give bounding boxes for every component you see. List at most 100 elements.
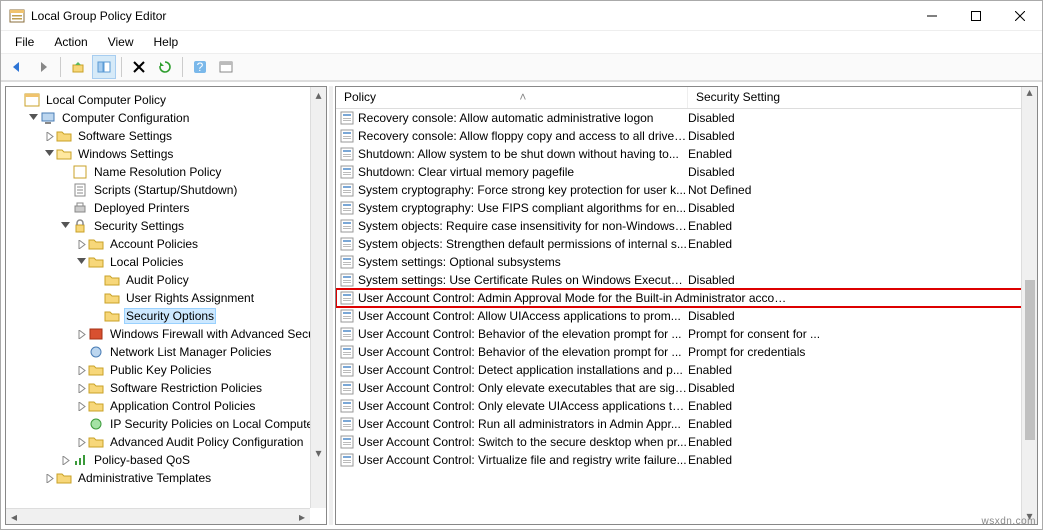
collapse-icon[interactable] xyxy=(74,255,88,269)
scroll-up-icon[interactable]: ▴ xyxy=(1022,86,1038,100)
folder-icon xyxy=(56,470,72,486)
scroll-right-icon[interactable]: ▸ xyxy=(294,509,310,524)
tree-user-rights[interactable]: User Rights Assignment xyxy=(10,289,326,307)
tree-ipsec[interactable]: IP Security Policies on Local Computer xyxy=(10,415,326,433)
expander-icon[interactable] xyxy=(10,93,24,107)
policy-name: System objects: Require case insensitivi… xyxy=(358,219,688,233)
expand-icon[interactable] xyxy=(74,327,88,341)
expand-icon[interactable] xyxy=(42,471,56,485)
policy-row[interactable]: System settings: Optional subsystems xyxy=(336,253,1037,271)
up-button[interactable] xyxy=(66,55,90,79)
policy-row[interactable]: System cryptography: Force strong key pr… xyxy=(336,181,1037,199)
policy-name: User Account Control: Switch to the secu… xyxy=(358,435,688,449)
scroll-left-icon[interactable]: ◂ xyxy=(6,509,22,524)
policy-name: System cryptography: Force strong key pr… xyxy=(358,183,688,197)
app-icon xyxy=(9,8,25,24)
tree-hscrollbar[interactable]: ◂ ▸ xyxy=(6,508,310,524)
policy-row[interactable]: User Account Control: Only elevate UIAcc… xyxy=(336,397,1037,415)
expand-icon[interactable] xyxy=(42,129,56,143)
expand-icon[interactable] xyxy=(74,363,88,377)
splitter[interactable] xyxy=(329,86,333,525)
policy-setting: Enabled xyxy=(688,219,732,233)
policy-root-icon xyxy=(24,92,40,108)
tree-security-settings[interactable]: Security Settings xyxy=(10,217,326,235)
tree-policy-qos[interactable]: Policy-based QoS xyxy=(10,451,326,469)
list-vscrollbar[interactable]: ▴ ▾ xyxy=(1021,86,1037,524)
tree-windows-firewall[interactable]: Windows Firewall with Advanced Secu xyxy=(10,325,326,343)
policy-row[interactable]: System objects: Strengthen default permi… xyxy=(336,235,1037,253)
expand-icon[interactable] xyxy=(74,381,88,395)
tree-account-policies[interactable]: Account Policies xyxy=(10,235,326,253)
collapse-icon[interactable] xyxy=(42,147,56,161)
collapse-icon[interactable] xyxy=(58,219,72,233)
tree-windows-settings[interactable]: Windows Settings xyxy=(10,145,326,163)
tree-software-settings[interactable]: Software Settings xyxy=(10,127,326,145)
tree-admin-templates[interactable]: Administrative Templates xyxy=(10,469,326,487)
tree-app-control[interactable]: Application Control Policies xyxy=(10,397,326,415)
security-icon xyxy=(72,218,88,234)
scroll-down-icon[interactable]: ▾ xyxy=(311,445,327,461)
policy-row[interactable]: User Account Control: Allow UIAccess app… xyxy=(336,307,1037,325)
tree-scripts[interactable]: Scripts (Startup/Shutdown) xyxy=(10,181,326,199)
app-window: Local Group Policy Editor File Action Vi… xyxy=(0,0,1043,530)
policy-row[interactable]: Recovery console: Allow floppy copy and … xyxy=(336,127,1037,145)
tree-software-restriction[interactable]: Software Restriction Policies xyxy=(10,379,326,397)
tree-local-policies[interactable]: Local Policies xyxy=(10,253,326,271)
policy-name: User Account Control: Detect application… xyxy=(358,363,688,377)
refresh-button[interactable] xyxy=(153,55,177,79)
policy-row[interactable]: Shutdown: Clear virtual memory pagefileD… xyxy=(336,163,1037,181)
forward-button[interactable] xyxy=(31,55,55,79)
tree-network-list[interactable]: Network List Manager Policies xyxy=(10,343,326,361)
tree-deployed-printers[interactable]: Deployed Printers xyxy=(10,199,326,217)
policy-item-icon xyxy=(340,327,354,341)
show-hide-tree-button[interactable] xyxy=(92,55,116,79)
tree-advanced-audit[interactable]: Advanced Audit Policy Configuration xyxy=(10,433,326,451)
policy-row[interactable]: User Account Control: Run all administra… xyxy=(336,415,1037,433)
tree-computer-config[interactable]: Computer Configuration xyxy=(10,109,326,127)
tree-security-options[interactable]: Security Options xyxy=(10,307,326,325)
policy-row[interactable]: User Account Control: Detect application… xyxy=(336,361,1037,379)
expand-icon[interactable] xyxy=(58,453,72,467)
expand-icon[interactable] xyxy=(74,237,88,251)
policy-row[interactable]: System cryptography: Use FIPS compliant … xyxy=(336,199,1037,217)
policy-row[interactable]: User Account Control: Only elevate execu… xyxy=(336,379,1037,397)
policy-row[interactable]: User Account Control: Virtualize file an… xyxy=(336,451,1037,469)
tree-audit-policy[interactable]: Audit Policy xyxy=(10,271,326,289)
policy-row[interactable]: User Account Control: Behavior of the el… xyxy=(336,325,1037,343)
menu-file[interactable]: File xyxy=(7,33,42,51)
tree-root[interactable]: Local Computer Policy xyxy=(10,91,326,109)
tree-public-key[interactable]: Public Key Policies xyxy=(10,361,326,379)
policy-item-icon xyxy=(340,417,354,431)
policy-row[interactable]: User Account Control: Switch to the secu… xyxy=(336,433,1037,451)
policy-row[interactable]: System objects: Require case insensitivi… xyxy=(336,217,1037,235)
maximize-button[interactable] xyxy=(954,1,998,30)
policy-row[interactable]: User Account Control: Admin Approval Mod… xyxy=(336,289,1037,307)
back-button[interactable] xyxy=(5,55,29,79)
menu-view[interactable]: View xyxy=(100,33,142,51)
help-button[interactable]: ? xyxy=(188,55,212,79)
menu-action[interactable]: Action xyxy=(46,33,95,51)
policy-row[interactable]: System settings: Use Certificate Rules o… xyxy=(336,271,1037,289)
policy-row[interactable]: Shutdown: Allow system to be shut down w… xyxy=(336,145,1037,163)
toolbar: ? xyxy=(1,53,1042,81)
policy-row[interactable]: Recovery console: Allow automatic admini… xyxy=(336,109,1037,127)
policy-item-icon xyxy=(340,435,354,449)
policy-item-icon xyxy=(340,309,354,323)
policy-row[interactable]: User Account Control: Behavior of the el… xyxy=(336,343,1037,361)
minimize-button[interactable] xyxy=(910,1,954,30)
close-button[interactable] xyxy=(998,1,1042,30)
menu-help[interactable]: Help xyxy=(146,33,187,51)
watermark: wsxdn.com xyxy=(981,516,1036,527)
column-policy[interactable]: Policy ˄ xyxy=(336,87,688,108)
delete-button[interactable] xyxy=(127,55,151,79)
expand-icon[interactable] xyxy=(74,399,88,413)
policy-rows[interactable]: Recovery console: Allow automatic admini… xyxy=(336,109,1037,524)
column-setting[interactable]: Security Setting xyxy=(688,87,1037,108)
expand-icon[interactable] xyxy=(74,435,88,449)
nav-tree[interactable]: Local Computer Policy Computer Configura… xyxy=(6,87,326,524)
scroll-up-icon[interactable]: ▴ xyxy=(311,87,327,103)
collapse-icon[interactable] xyxy=(26,111,40,125)
tree-name-resolution[interactable]: Name Resolution Policy xyxy=(10,163,326,181)
filter-button[interactable] xyxy=(214,55,238,79)
tree-vscrollbar[interactable]: ▴ ▾ xyxy=(310,87,326,508)
